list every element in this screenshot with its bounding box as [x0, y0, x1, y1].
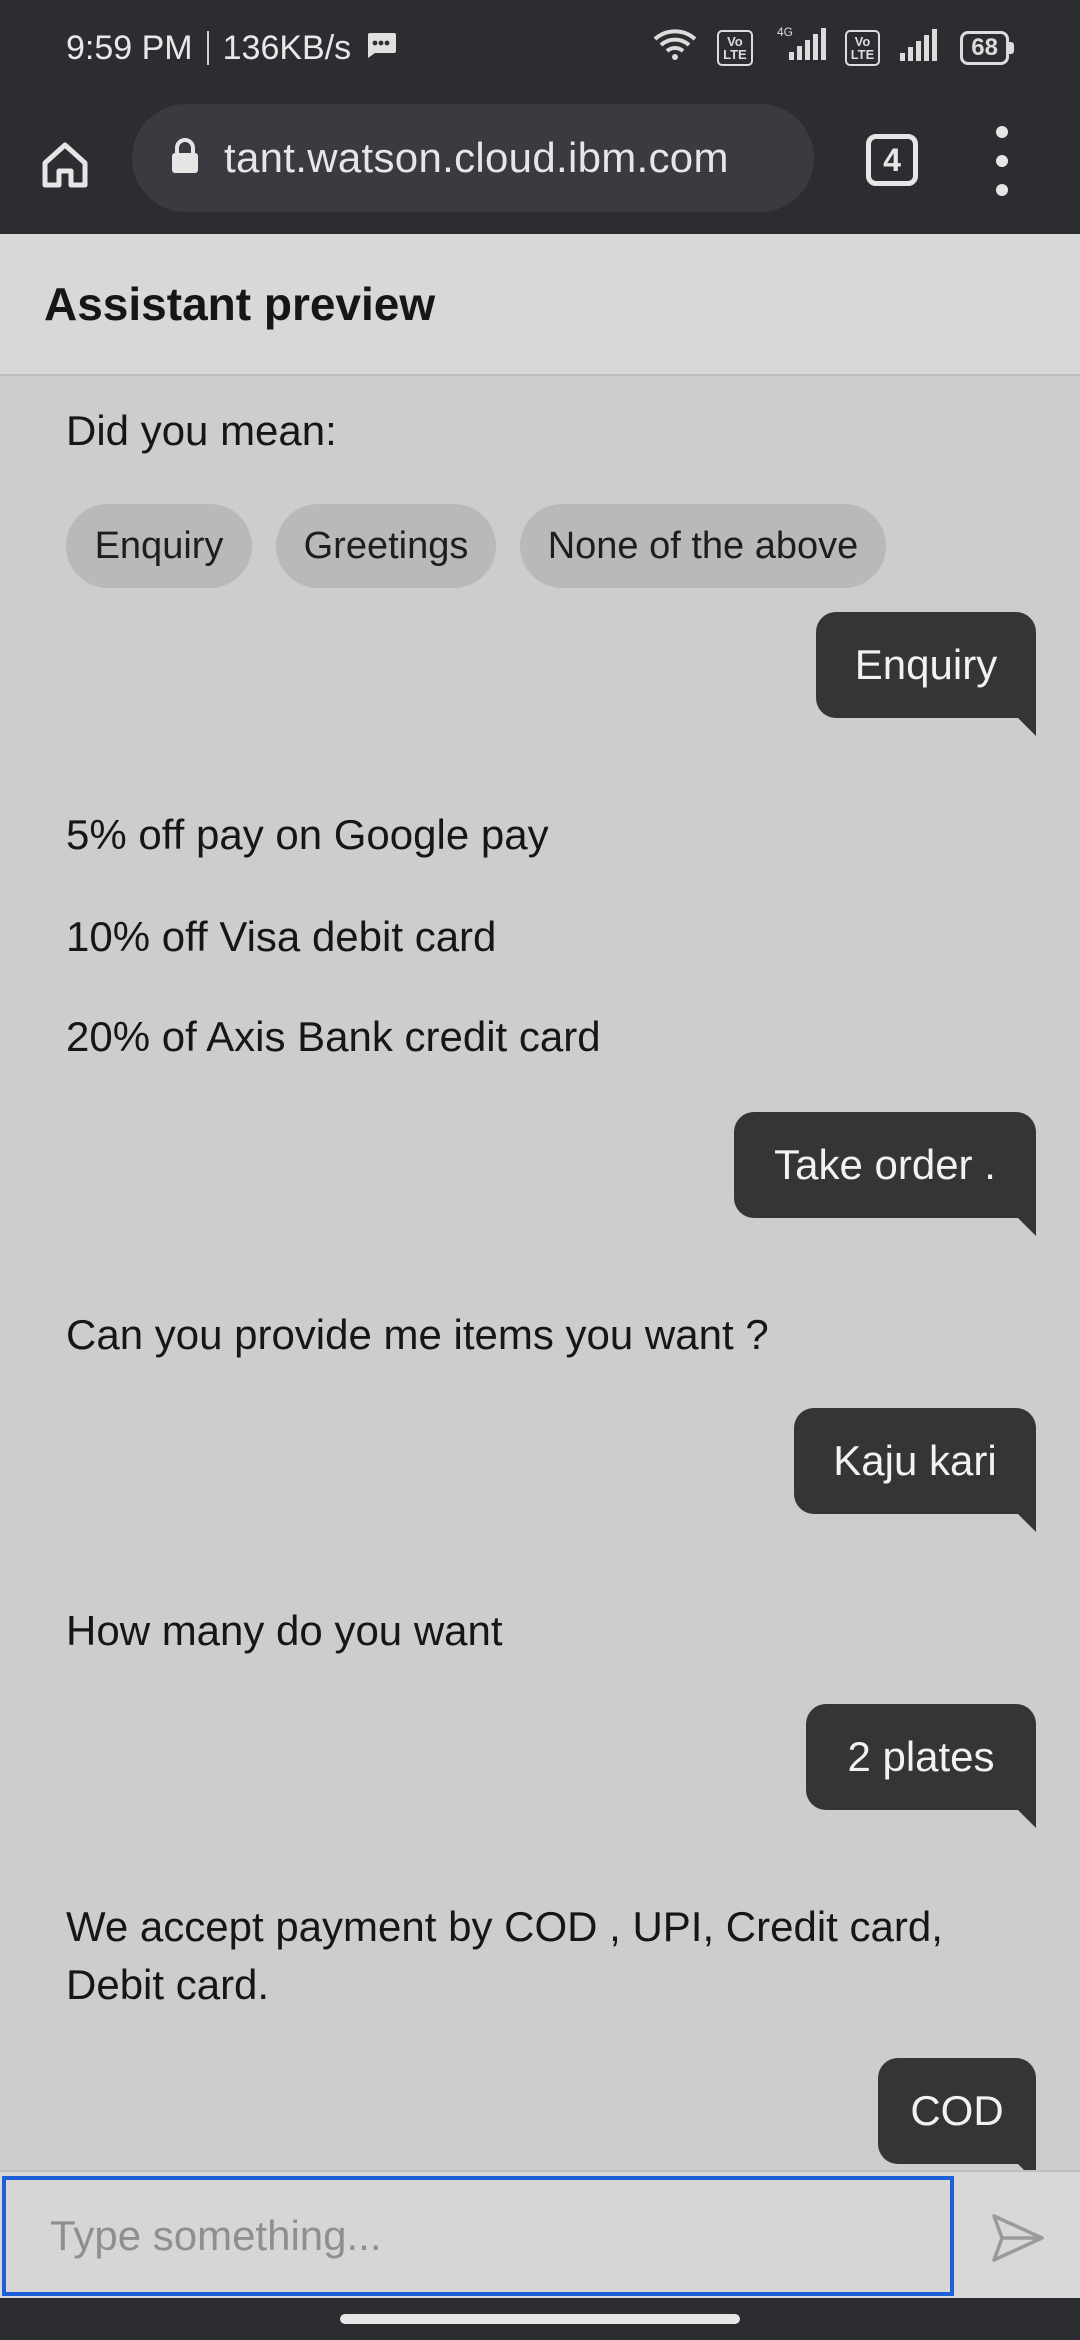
- lock-icon: [170, 137, 200, 180]
- message-input[interactable]: [2, 2176, 954, 2296]
- url-text: tant.watson.cloud.ibm.com: [224, 134, 729, 181]
- bot-message-payment-line1: We accept payment by COD , UPI, Credit c…: [66, 1903, 943, 1950]
- home-indicator[interactable]: [340, 2314, 740, 2324]
- status-speed: 136KB/s: [222, 28, 352, 67]
- bot-message-payment-line2: Debit card.: [66, 1961, 270, 2008]
- assistant-header: Assistant preview: [0, 234, 1080, 376]
- volte-badge-1: Vo LTE: [717, 30, 753, 66]
- chip-greetings[interactable]: Greetings: [276, 504, 496, 588]
- bot-message-did-you-mean: Did you mean:: [66, 407, 337, 454]
- user-message: Enquiry: [816, 612, 1036, 736]
- status-bar: 9:59 PM 136KB/s Vo LTE 4G Vo LTE 68: [0, 0, 1080, 96]
- send-icon: [992, 2214, 1044, 2262]
- status-right: Vo LTE 4G Vo LTE 68: [651, 25, 1014, 71]
- home-icon: [42, 142, 88, 188]
- more-vert-icon[interactable]: [990, 126, 1014, 196]
- user-message: COD: [878, 2058, 1036, 2170]
- bot-offer-2: 10% off Visa debit card: [66, 913, 497, 960]
- svg-text:4G: 4G: [777, 26, 793, 39]
- user-message: Kaju kari: [794, 1408, 1036, 1532]
- signal-icon-2: [898, 27, 942, 70]
- send-button[interactable]: [976, 2196, 1060, 2280]
- tab-switcher-button[interactable]: 4: [866, 134, 918, 186]
- chip-enquiry[interactable]: Enquiry: [66, 504, 252, 588]
- chip-none-of-the-above[interactable]: None of the above: [520, 504, 886, 588]
- bot-offer-3: 20% of Axis Bank credit card: [66, 1013, 601, 1060]
- system-nav-bar: [0, 2298, 1080, 2340]
- battery-level: 68: [960, 31, 1009, 65]
- status-separator: [206, 31, 209, 65]
- bot-message-items: Can you provide me items you want ?: [66, 1311, 769, 1358]
- status-left: 9:59 PM 136KB/s: [66, 29, 397, 68]
- battery-tip: [1009, 42, 1014, 54]
- input-bar: [0, 2170, 1080, 2298]
- battery-icon: 68: [960, 31, 1014, 65]
- home-button[interactable]: [0, 96, 130, 234]
- wifi-icon: [651, 27, 699, 70]
- status-time: 9:59 PM: [66, 28, 193, 67]
- page-title: Assistant preview: [44, 278, 436, 330]
- user-message: Take order .: [734, 1112, 1036, 1236]
- message-icon: [365, 29, 397, 68]
- volte-badge-2: Vo LTE: [844, 30, 881, 66]
- user-message: 2 plates: [806, 1704, 1036, 1828]
- browser-toolbar: tant.watson.cloud.ibm.com 4: [0, 96, 1080, 234]
- bot-offer-1: 5% off pay on Google pay: [66, 811, 549, 858]
- chat-log[interactable]: Did you mean: Enquiry Greetings None of …: [0, 376, 1080, 2170]
- address-bar[interactable]: tant.watson.cloud.ibm.com: [132, 104, 814, 212]
- bot-message-count: How many do you want: [66, 1607, 503, 1654]
- signal-icon: 4G: [771, 25, 827, 71]
